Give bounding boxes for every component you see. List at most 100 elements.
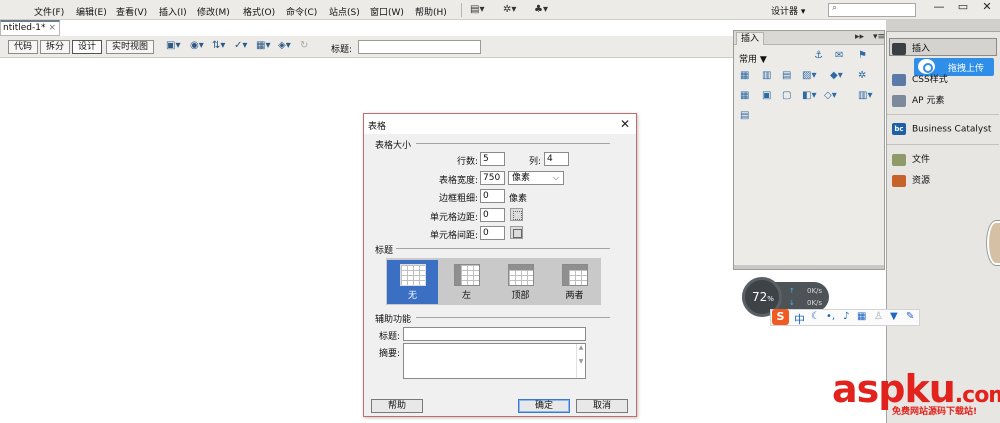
preview-browser-icon[interactable]: ◉▾ bbox=[190, 40, 204, 51]
menu-modify[interactable]: 修改(M) bbox=[197, 5, 230, 18]
border-unit: 像素 bbox=[509, 194, 528, 204]
moon-icon[interactable]: ☾ bbox=[811, 311, 820, 322]
tools-icon[interactable]: ✎ bbox=[906, 311, 914, 322]
view-split-button[interactable]: 拆分 bbox=[40, 40, 70, 54]
insert-panel-tab[interactable]: 插入 bbox=[736, 32, 765, 45]
avatar[interactable] bbox=[987, 221, 1000, 265]
template-icon[interactable]: ▥▾ bbox=[858, 90, 872, 101]
summary-textarea[interactable]: ▲ ▼ bbox=[403, 343, 586, 379]
menu-window[interactable]: 窗口(W) bbox=[370, 5, 404, 18]
named-anchor-icon[interactable]: ⚑ bbox=[858, 50, 867, 61]
menu-insert[interactable]: 插入(I) bbox=[159, 5, 187, 18]
restore-button[interactable]: ▭ bbox=[952, 0, 974, 18]
layout-menu-icon[interactable]: ▤▾ bbox=[470, 4, 484, 15]
keyboard-icon[interactable]: ▦ bbox=[857, 311, 866, 322]
visual-aids-icon[interactable]: ▦▾ bbox=[256, 40, 270, 51]
ime-logo[interactable]: S bbox=[772, 309, 789, 325]
help-button[interactable]: 帮助 bbox=[371, 399, 423, 413]
dock-item-bc[interactable]: bc Business Catalyst bbox=[892, 123, 991, 135]
head-icon[interactable]: ◧▾ bbox=[802, 90, 816, 101]
multiscreen-icon[interactable]: ▣▾ bbox=[166, 40, 180, 51]
dock-item-assets[interactable]: 资源 bbox=[892, 173, 930, 187]
workspace-switcher[interactable]: 设计器 ▾ bbox=[771, 4, 805, 17]
header-option-top-label: 顶部 bbox=[511, 291, 530, 301]
script-icon[interactable]: ◇▾ bbox=[824, 90, 837, 101]
caption-input[interactable] bbox=[403, 327, 586, 341]
settings-icon[interactable]: ✲ bbox=[858, 70, 866, 81]
insert-panel-border bbox=[734, 265, 884, 269]
punctuation-icon[interactable]: •, bbox=[826, 311, 835, 322]
width-label: 表格宽度: bbox=[438, 176, 478, 186]
email-link-icon[interactable]: ✉ bbox=[835, 50, 843, 61]
minimize-button[interactable]: — bbox=[928, 0, 950, 18]
ap-div-icon[interactable]: ▤ bbox=[782, 70, 791, 81]
cell-spacing-icon bbox=[510, 226, 523, 239]
header-option-top[interactable]: 顶部 bbox=[495, 260, 546, 304]
div-icon[interactable]: ▥ bbox=[762, 70, 771, 81]
close-app-button[interactable]: ✕ bbox=[976, 0, 998, 18]
upload-rate: 0K/s bbox=[807, 287, 823, 295]
help-search-input[interactable]: ⌕ bbox=[828, 3, 916, 17]
image-icon[interactable]: ▨▾ bbox=[802, 70, 816, 81]
validate-icon[interactable]: ✓▾ bbox=[234, 40, 247, 51]
dock-item-insert[interactable]: 插入 bbox=[892, 41, 930, 55]
view-design-button[interactable]: 设计 bbox=[72, 40, 102, 54]
check-page-icon[interactable]: ◈▾ bbox=[278, 40, 291, 51]
microphone-icon[interactable]: ♪ bbox=[843, 311, 849, 322]
cancel-button[interactable]: 取消 bbox=[576, 399, 628, 413]
width-unit-select[interactable]: 像素 ⌵ bbox=[508, 171, 564, 185]
dock-item-files[interactable]: 文件 bbox=[892, 152, 930, 166]
menu-view[interactable]: 查看(V) bbox=[116, 5, 147, 18]
dock-item-bc-label: Business Catalyst bbox=[912, 124, 992, 135]
close-tab-icon[interactable]: × bbox=[48, 23, 56, 33]
padding-label: 单元格边距: bbox=[429, 213, 478, 223]
comment-icon[interactable]: ▢ bbox=[782, 90, 791, 101]
server-include-icon[interactable]: ▣ bbox=[762, 90, 771, 101]
skin-icon[interactable]: ▼ bbox=[890, 311, 898, 322]
ime-mode[interactable]: 中 bbox=[794, 311, 805, 327]
view-live-button[interactable]: 实时视图 bbox=[106, 40, 154, 54]
tag-chooser-icon[interactable]: ▤ bbox=[740, 110, 749, 121]
file-management-icon[interactable]: ⇅▾ bbox=[212, 40, 225, 51]
insert-category-select[interactable]: 常用 ▼ bbox=[739, 52, 767, 65]
menu-format[interactable]: 格式(O) bbox=[243, 5, 275, 18]
search-icon: ⌕ bbox=[832, 3, 838, 13]
width-unit-value: 像素 bbox=[512, 173, 531, 183]
ok-button[interactable]: 确定 bbox=[518, 399, 570, 413]
rows-input[interactable]: 5 bbox=[480, 152, 505, 166]
menu-site[interactable]: 站点(S) bbox=[329, 5, 360, 18]
document-tab[interactable]: ntitled-1* × bbox=[0, 20, 60, 36]
table-top-header-icon bbox=[507, 264, 534, 286]
extend-gear-icon[interactable]: ✲▾ bbox=[503, 4, 516, 15]
spacing-input[interactable]: 0 bbox=[480, 226, 505, 240]
user-icon[interactable]: ♙ bbox=[874, 311, 883, 322]
menu-help[interactable]: 帮助(H) bbox=[415, 5, 447, 18]
refresh-icon[interactable]: ↻ bbox=[300, 40, 308, 51]
header-option-none[interactable]: 无 bbox=[387, 260, 438, 304]
dialog-close-button[interactable]: ✕ bbox=[620, 117, 630, 131]
collapse-icon[interactable]: ▸▸ bbox=[855, 32, 864, 42]
hyperlink-icon[interactable]: ⚓ bbox=[814, 50, 823, 61]
page-title-input[interactable] bbox=[358, 40, 481, 54]
header-option-left-label: 左 bbox=[461, 291, 471, 301]
menu-commands[interactable]: 命令(C) bbox=[286, 5, 317, 18]
dock-item-ap[interactable]: AP 元素 bbox=[892, 93, 944, 107]
menu-file[interactable]: 文件(F) bbox=[34, 5, 64, 18]
media-icon[interactable]: ◆▾ bbox=[830, 70, 843, 81]
border-input[interactable]: 0 bbox=[480, 189, 505, 203]
site-tree-icon[interactable]: ♣▾ bbox=[534, 4, 548, 15]
files-icon bbox=[892, 153, 906, 166]
summary-scrollbar[interactable]: ▲ ▼ bbox=[576, 344, 585, 378]
view-code-button[interactable]: 代码 bbox=[8, 40, 38, 54]
width-input[interactable]: 750 bbox=[480, 171, 505, 185]
date-icon[interactable]: ▦ bbox=[740, 90, 749, 101]
menu-edit[interactable]: 编辑(E) bbox=[76, 5, 107, 18]
header-option-both[interactable]: 两者 bbox=[549, 260, 600, 304]
padding-input[interactable]: 0 bbox=[480, 208, 505, 222]
header-option-left[interactable]: 左 bbox=[441, 260, 492, 304]
cols-input[interactable]: 4 bbox=[544, 152, 569, 166]
dock-item-css[interactable]: CSS样式 bbox=[892, 72, 948, 86]
panel-menu-icon[interactable]: ▾≡ bbox=[873, 32, 885, 42]
section-table-size: 表格大小 bbox=[375, 141, 412, 151]
table-icon[interactable]: ▦ bbox=[740, 70, 749, 81]
